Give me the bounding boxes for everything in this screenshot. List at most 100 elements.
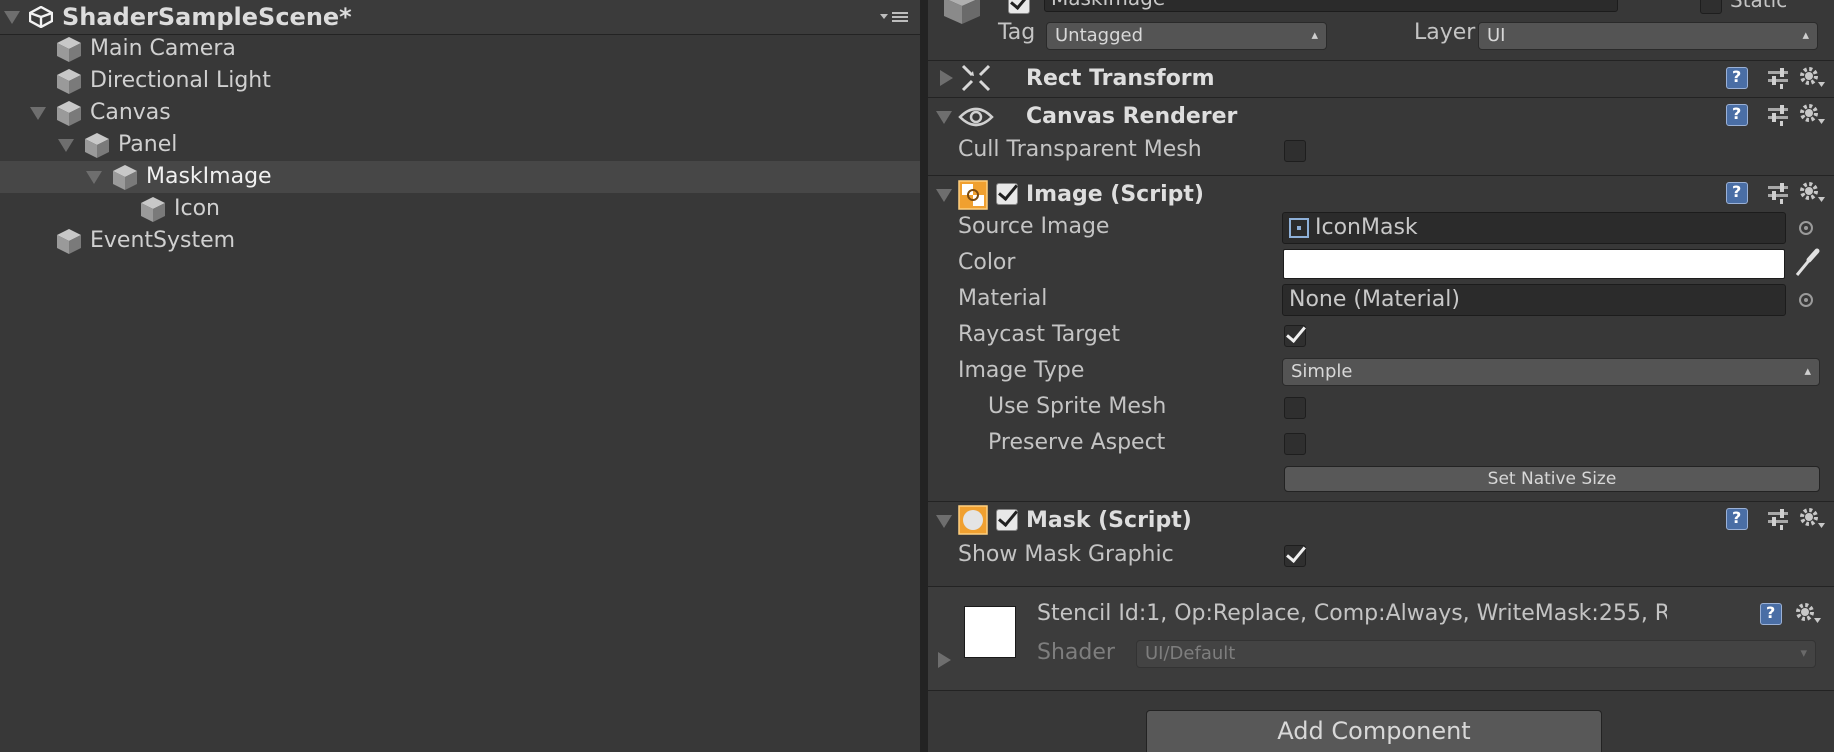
image-foldout-icon[interactable] — [936, 189, 952, 202]
source-image-label: Source Image — [958, 214, 1110, 239]
material-foldout-icon[interactable] — [938, 652, 951, 668]
expand-arrow-icon[interactable] — [86, 171, 102, 184]
hierarchy-item-canvas[interactable]: Canvas — [0, 97, 920, 129]
rect-transform-foldout-icon[interactable] — [940, 70, 953, 86]
unity-logo-icon — [29, 6, 53, 28]
static-checkbox[interactable] — [1700, 0, 1722, 14]
gear-icon[interactable] — [1798, 506, 1826, 530]
color-label: Color — [958, 250, 1016, 275]
hierarchy-item-directional-light[interactable]: Directional Light — [0, 65, 920, 97]
set-native-size-button[interactable]: Set Native Size — [1284, 466, 1820, 492]
show-mask-graphic-checkbox[interactable] — [1284, 545, 1306, 567]
hierarchy-item-main-camera[interactable]: Main Camera — [0, 33, 920, 65]
preset-sliders-icon[interactable] — [1766, 508, 1790, 530]
shader-label: Shader — [1037, 640, 1115, 665]
hierarchy-item-label: Canvas — [90, 100, 171, 125]
shader-value: UI/Default — [1145, 643, 1236, 664]
source-image-field[interactable]: IconMask — [1282, 212, 1786, 244]
hierarchy-item-eventsystem[interactable]: EventSystem — [0, 225, 920, 257]
hierarchy-item-label: Main Camera — [90, 36, 236, 61]
raycast-target-checkbox[interactable] — [1284, 325, 1306, 347]
rect-transform-icon — [961, 64, 991, 92]
preset-sliders-icon[interactable] — [1766, 104, 1790, 126]
help-icon[interactable] — [1726, 67, 1748, 89]
preset-sliders-icon[interactable] — [1766, 67, 1790, 89]
preset-sliders-icon[interactable] — [1766, 182, 1790, 204]
gameobject-cube-icon — [57, 101, 81, 126]
gameobject-cube-icon — [57, 37, 81, 62]
gear-icon[interactable] — [1794, 601, 1822, 625]
expand-arrow-icon[interactable] — [30, 107, 46, 120]
image-type-label: Image Type — [958, 358, 1085, 383]
gameobject-active-checkbox[interactable] — [1008, 0, 1030, 14]
shader-dropdown[interactable]: UI/Default ▾ — [1136, 640, 1816, 668]
material-value: None (Material) — [1289, 287, 1460, 312]
layer-dropdown[interactable]: UI ▴ — [1478, 22, 1818, 50]
hierarchy-item-label: EventSystem — [90, 228, 236, 253]
show-mask-graphic-label: Show Mask Graphic — [958, 542, 1174, 567]
mask-component-icon — [958, 505, 988, 535]
add-component-button[interactable]: Add Component — [1146, 710, 1602, 752]
color-field[interactable] — [1283, 249, 1785, 279]
hierarchy-item-panel[interactable]: Panel — [0, 129, 920, 161]
preserve-aspect-checkbox[interactable] — [1284, 433, 1306, 455]
tag-label: Tag — [998, 20, 1036, 45]
image-title[interactable]: Image (Script) — [1026, 182, 1204, 207]
eyedropper-icon[interactable] — [1794, 248, 1820, 278]
inspector-panel: MaskImage Static Tag Untagged ▴ Layer UI… — [928, 0, 1834, 752]
mask-title[interactable]: Mask (Script) — [1026, 508, 1192, 533]
gear-icon[interactable] — [1798, 65, 1826, 89]
hierarchy-item-maskimage[interactable]: MaskImage — [0, 161, 920, 193]
help-icon[interactable] — [1760, 603, 1782, 625]
hierarchy-menu-icon[interactable] — [880, 9, 910, 25]
dropdown-arrows-icon: ▴ — [1802, 28, 1809, 43]
object-name-field[interactable]: MaskImage — [1044, 0, 1618, 12]
material-field[interactable]: None (Material) — [1282, 284, 1786, 316]
preserve-aspect-label: Preserve Aspect — [988, 430, 1166, 455]
tag-dropdown[interactable]: Untagged ▴ — [1046, 22, 1327, 50]
gameobject-cube-icon — [57, 69, 81, 94]
layer-label: Layer — [1414, 20, 1476, 45]
hierarchy-item-icon[interactable]: Icon — [0, 193, 920, 225]
static-label: Static — [1730, 0, 1788, 12]
help-icon[interactable] — [1726, 182, 1748, 204]
help-icon[interactable] — [1726, 508, 1748, 530]
cull-transparent-mesh-checkbox[interactable] — [1284, 140, 1306, 162]
dropdown-arrows-icon: ▴ — [1804, 364, 1811, 379]
sprite-icon — [1289, 218, 1309, 238]
hierarchy-item-label: Directional Light — [90, 68, 271, 93]
hierarchy-item-label: MaskImage — [146, 164, 272, 189]
gear-icon[interactable] — [1798, 102, 1826, 126]
mask-foldout-icon[interactable] — [936, 515, 952, 528]
material-label: Material — [958, 286, 1048, 311]
panel-divider[interactable] — [920, 0, 928, 752]
canvas-renderer-title[interactable]: Canvas Renderer — [1026, 104, 1237, 129]
image-type-dropdown[interactable]: Simple ▴ — [1282, 358, 1820, 386]
layer-value: UI — [1487, 25, 1506, 46]
hierarchy-item-label: Panel — [118, 132, 178, 157]
scene-name[interactable]: ShaderSampleScene* — [62, 3, 352, 31]
object-picker-icon[interactable] — [1799, 221, 1813, 235]
use-sprite-mesh-checkbox[interactable] — [1284, 397, 1306, 419]
image-type-value: Simple — [1291, 361, 1353, 382]
help-icon[interactable] — [1726, 104, 1748, 126]
raycast-target-label: Raycast Target — [958, 322, 1121, 347]
mask-enabled-checkbox[interactable] — [996, 509, 1018, 531]
gameobject-cube-icon — [57, 229, 81, 254]
dropdown-arrows-icon: ▴ — [1311, 28, 1318, 43]
gameobject-cube-icon — [113, 165, 137, 190]
image-component-icon — [958, 180, 988, 210]
expand-arrow-icon[interactable] — [58, 139, 74, 152]
scene-foldout-arrow-icon[interactable] — [4, 11, 20, 24]
hierarchy-panel: ShaderSampleScene* Main Camera Direction… — [0, 0, 920, 752]
stencil-info-label: Stencil Id:1, Op:Replace, Comp:Always, W… — [1037, 601, 1667, 626]
image-enabled-checkbox[interactable] — [996, 183, 1018, 205]
canvas-renderer-foldout-icon[interactable] — [936, 111, 952, 124]
hierarchy-header: ShaderSampleScene* — [0, 0, 920, 35]
gear-icon[interactable] — [1798, 180, 1826, 204]
material-preview-swatch[interactable] — [964, 606, 1016, 658]
object-picker-icon[interactable] — [1799, 293, 1813, 307]
cull-transparent-mesh-label: Cull Transparent Mesh — [958, 137, 1202, 162]
rect-transform-title[interactable]: Rect Transform — [1026, 66, 1215, 91]
gameobject-cube-icon — [85, 133, 109, 158]
